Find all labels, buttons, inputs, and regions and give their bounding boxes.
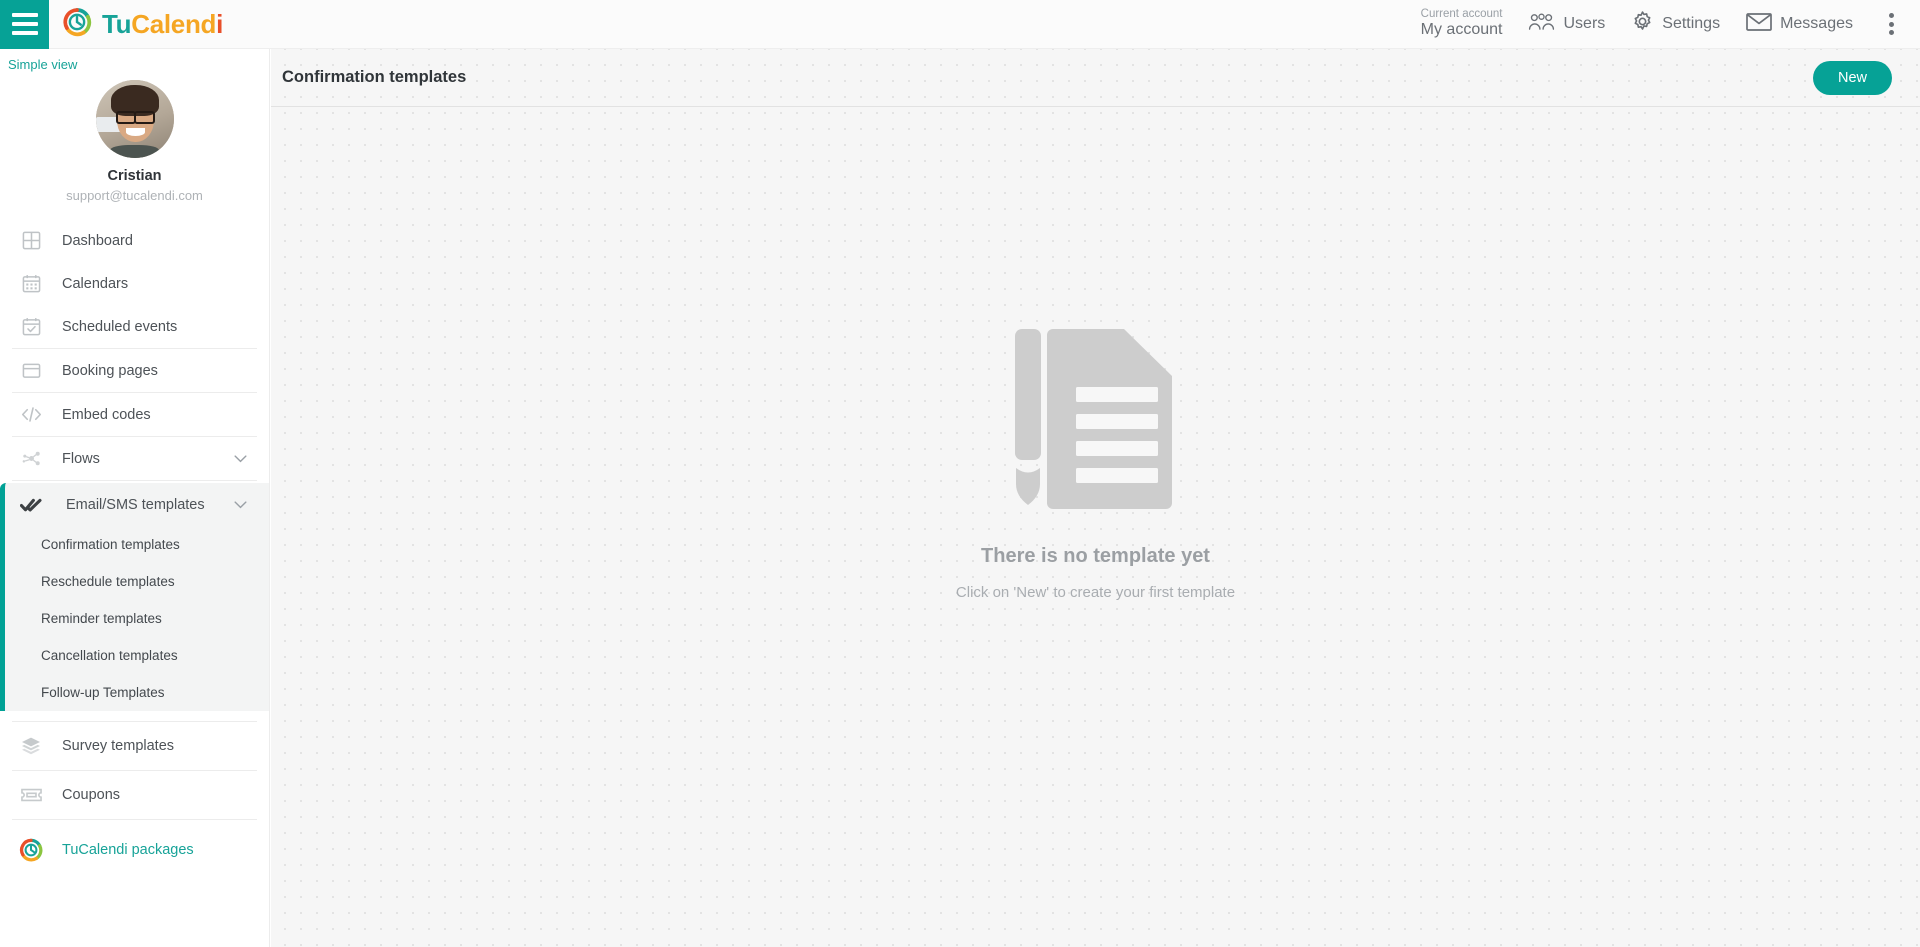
sidebar-subitem-label: Reminder templates bbox=[41, 611, 162, 626]
sidebar-item-label: Calendars bbox=[62, 275, 129, 292]
users-icon bbox=[1528, 12, 1555, 37]
messages-button[interactable]: Messages bbox=[1746, 12, 1853, 37]
sidebar-item-label: Embed codes bbox=[62, 406, 151, 423]
messages-label: Messages bbox=[1780, 15, 1853, 32]
empty-state-subtitle: Click on 'New' to create your first temp… bbox=[955, 584, 1236, 601]
dot bbox=[1889, 13, 1894, 18]
sidebar-item-survey-templates[interactable]: Survey templates bbox=[0, 722, 269, 770]
sidebar-subitem-reminder-templates[interactable]: Reminder templates bbox=[5, 600, 269, 637]
new-button[interactable]: New bbox=[1812, 60, 1892, 95]
current-account[interactable]: Current account My account bbox=[1421, 8, 1503, 40]
document-with-pen-icon bbox=[996, 325, 1196, 515]
sidebar-subitem-label: Reschedule templates bbox=[41, 574, 175, 589]
sidebar-subitem-confirmation-templates[interactable]: Confirmation templates bbox=[5, 526, 269, 563]
profile-name: Cristian bbox=[107, 168, 162, 184]
sidebar-group-email-sms-templates: Email/SMS templates Confirmation templat… bbox=[0, 483, 269, 711]
avatar[interactable] bbox=[95, 80, 174, 158]
brand-part-tu: Tu bbox=[102, 8, 132, 39]
sidebar-item-flows[interactable]: Flows bbox=[0, 437, 269, 480]
current-account-caption: Current account bbox=[1420, 8, 1503, 21]
sidebar-item-coupons[interactable]: Coupons bbox=[0, 771, 269, 819]
envelope-icon bbox=[1746, 12, 1772, 37]
page-title: Confirmation templates bbox=[282, 68, 467, 86]
brand-logo[interactable]: TuCalendi bbox=[62, 7, 223, 42]
window-icon bbox=[18, 361, 44, 380]
sidebar-item-label: Booking pages bbox=[62, 362, 158, 379]
sidebar-subitem-follow-up-templates[interactable]: Follow-up Templates bbox=[5, 674, 269, 711]
simple-view-link[interactable]: Simple view bbox=[0, 49, 77, 72]
code-brackets-icon bbox=[18, 405, 44, 424]
settings-label: Settings bbox=[1662, 15, 1721, 32]
flow-nodes-icon bbox=[18, 448, 44, 469]
sidebar-item-booking-pages[interactable]: Booking pages bbox=[0, 349, 269, 392]
vertical-dots-icon[interactable] bbox=[1879, 7, 1904, 41]
sidebar-item-label: Flows bbox=[62, 450, 100, 467]
main-content: Confirmation templates New There is no t… bbox=[271, 49, 1920, 947]
sidebar-subitem-label: Cancellation templates bbox=[41, 648, 178, 663]
tucalendi-logo-icon bbox=[18, 838, 44, 862]
tucalendi-logo-icon bbox=[62, 7, 92, 42]
gear-icon bbox=[1631, 10, 1654, 38]
hamburger-bar bbox=[11, 13, 38, 17]
sidebar-item-scheduled-events[interactable]: Scheduled events bbox=[0, 305, 269, 348]
sidebar-item-email-sms-templates[interactable]: Email/SMS templates bbox=[5, 483, 269, 526]
brand-text: TuCalendi bbox=[102, 9, 223, 40]
users-label: Users bbox=[1563, 15, 1606, 32]
layers-icon bbox=[18, 736, 44, 756]
sidebar-item-calendars[interactable]: Calendars bbox=[0, 262, 269, 305]
profile-email: support@tucalendi.com bbox=[66, 188, 203, 203]
ticket-icon bbox=[18, 787, 44, 803]
users-button[interactable]: Users bbox=[1528, 12, 1605, 37]
sidebar-item-label: Dashboard bbox=[62, 232, 133, 249]
sidebar-item-embed-codes[interactable]: Embed codes bbox=[0, 393, 269, 436]
sidebar-subitem-label: Follow-up Templates bbox=[41, 685, 165, 700]
sidebar-item-label: Survey templates bbox=[62, 738, 175, 754]
sidebar-item-dashboard[interactable]: Dashboard bbox=[0, 219, 269, 262]
sidebar-subitem-cancellation-templates[interactable]: Cancellation templates bbox=[5, 637, 269, 674]
hamburger-icon[interactable] bbox=[0, 0, 49, 49]
current-account-name: My account bbox=[1420, 21, 1503, 39]
top-bar-actions: Current account My account Users Setting… bbox=[1421, 0, 1920, 48]
sidebar-subitem-reschedule-templates[interactable]: Reschedule templates bbox=[5, 563, 269, 600]
calendar-check-icon bbox=[18, 317, 44, 336]
chevron-down-icon[interactable] bbox=[234, 454, 247, 463]
hamburger-bar bbox=[11, 31, 38, 35]
sidebar-item-label: Scheduled events bbox=[62, 318, 178, 335]
sidebar: Simple view Cristian support@tucalendi.c… bbox=[0, 49, 270, 947]
sidebar-item-label: Coupons bbox=[62, 787, 121, 803]
dashboard-grid-icon bbox=[18, 231, 44, 250]
empty-state-title: There is no template yet bbox=[981, 545, 1210, 567]
dot bbox=[1889, 30, 1894, 35]
chevron-down-icon[interactable] bbox=[234, 500, 247, 509]
settings-button[interactable]: Settings bbox=[1631, 10, 1720, 38]
sidebar-subitem-label: Confirmation templates bbox=[41, 537, 180, 552]
sidebar-item-label: TuCalendi packages bbox=[62, 842, 194, 858]
sidebar-divider bbox=[12, 480, 257, 481]
empty-state: There is no template yet Click on 'New' … bbox=[271, 107, 1920, 601]
hamburger-bar bbox=[11, 22, 38, 26]
brand-part-calend: Calend bbox=[131, 8, 217, 39]
double-check-icon bbox=[18, 496, 44, 514]
sidebar-group-label: Email/SMS templates bbox=[66, 496, 205, 513]
calendar-icon bbox=[18, 274, 44, 293]
dot bbox=[1889, 21, 1894, 27]
main-header: Confirmation templates New bbox=[271, 49, 1920, 107]
sidebar-nav: Dashboard Calendars Scheduled events Boo… bbox=[0, 219, 269, 880]
brand-part-i: i bbox=[216, 8, 224, 39]
top-bar: TuCalendi Current account My account Use… bbox=[0, 0, 1920, 49]
sidebar-item-tucalendi-packages[interactable]: TuCalendi packages bbox=[0, 820, 269, 880]
sidebar-profile: Cristian support@tucalendi.com bbox=[0, 74, 269, 219]
